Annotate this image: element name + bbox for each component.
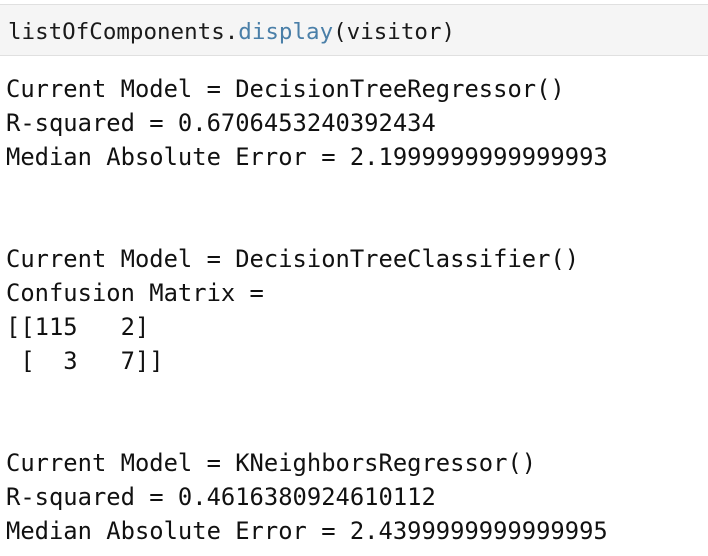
code-input-cell[interactable]: listOfComponents.display(visitor) bbox=[0, 4, 708, 56]
output-line: Median Absolute Error = 2.19999999999999… bbox=[6, 143, 608, 171]
code-line[interactable]: listOfComponents.display(visitor) bbox=[8, 17, 455, 47]
output-line: R-squared = 0.6706453240392434 bbox=[6, 109, 436, 137]
output-line: Current Model = DecisionTreeClassifier() bbox=[6, 245, 580, 273]
code-dot-token: . bbox=[224, 19, 239, 45]
confusion-matrix-row: [[115 2] bbox=[6, 313, 150, 341]
output-line: Current Model = DecisionTreeRegressor() bbox=[6, 75, 565, 103]
code-args-token: (visitor) bbox=[333, 19, 456, 45]
cell-output: Current Model = DecisionTreeRegressor() R… bbox=[6, 72, 608, 548]
output-line: Median Absolute Error = 2.43999999999999… bbox=[6, 517, 608, 545]
output-line: Confusion Matrix = bbox=[6, 279, 264, 307]
output-line: Current Model = KNeighborsRegressor() bbox=[6, 449, 537, 477]
code-object-token: listOfComponents bbox=[8, 19, 225, 45]
output-line: R-squared = 0.4616380924610112 bbox=[6, 483, 436, 511]
code-method-token: display bbox=[238, 19, 334, 45]
confusion-matrix-row: [ 3 7]] bbox=[6, 347, 164, 375]
